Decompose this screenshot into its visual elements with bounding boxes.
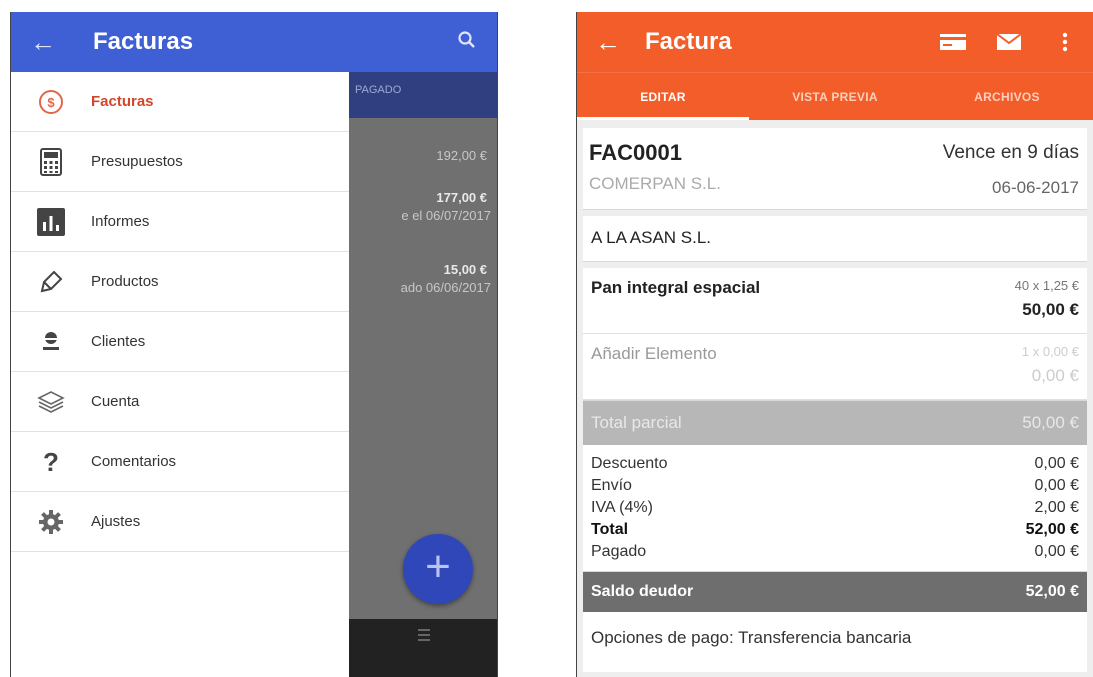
add-item-label: Añadir Elemento xyxy=(591,344,717,363)
item-quantity-price: 1 x 0,00 € xyxy=(1021,344,1079,359)
summary-label: Total xyxy=(591,521,629,538)
item-name: Pan integral espacial xyxy=(591,278,761,297)
svg-text:$: $ xyxy=(47,95,55,110)
drawer-item-label: Ajustes xyxy=(91,513,141,530)
drawer-item-informes[interactable]: Informes xyxy=(11,192,349,252)
add-invoice-fab[interactable]: + xyxy=(403,534,473,604)
drawer-item-ajustes[interactable]: Ajustes xyxy=(11,492,349,552)
bar-chart-icon xyxy=(11,207,91,236)
dollar-circle-icon: $ xyxy=(11,89,91,115)
balance-label: Saldo deudor xyxy=(591,583,694,600)
tab-vista-previa[interactable]: VISTA PREVIA xyxy=(749,73,921,120)
tab-archivos[interactable]: ARCHIVOS xyxy=(921,73,1093,120)
due-status: Vence en 9 días xyxy=(942,142,1079,163)
column-header: PAGADO xyxy=(349,72,497,118)
drawer-item-label: Productos xyxy=(91,273,159,290)
subtotal-label: Total parcial xyxy=(591,413,682,432)
invoice-card-icon[interactable] xyxy=(925,32,981,52)
email-icon[interactable] xyxy=(981,32,1037,52)
invoice-amount: 192,00 € xyxy=(436,148,487,163)
item-total: 0,00 € xyxy=(1031,366,1079,385)
summary-value: 0,00 € xyxy=(1034,455,1079,472)
left-phone-screen: ← Facturas PAGADO 192,00 € 177,00 € e el… xyxy=(10,12,498,677)
tab-editar[interactable]: EDITAR xyxy=(577,73,749,120)
search-icon[interactable] xyxy=(437,30,497,55)
paid-row[interactable]: Pagado 0,00 € xyxy=(591,543,1079,565)
subtotal-row: Total parcial 50,00 € xyxy=(583,401,1087,445)
drawer-item-label: Facturas xyxy=(91,93,154,110)
summary-label: Descuento xyxy=(591,455,668,472)
drawer-item-cuenta[interactable]: Cuenta xyxy=(11,372,349,432)
total-row: Total 52,00 € xyxy=(591,521,1079,543)
recipient-card[interactable]: A LA ASAN S.L. xyxy=(583,216,1087,262)
invoice-amount: 177,00 € xyxy=(436,190,487,205)
person-icon xyxy=(11,330,91,354)
invoice-subtext: e el 06/07/2017 xyxy=(401,208,491,223)
line-items-card: Pan integral espacial 40 x 1,25 € 50,00 … xyxy=(583,268,1087,401)
left-app-bar: ← Facturas xyxy=(11,12,497,72)
invoice-app-bar: ← Factura xyxy=(577,12,1093,72)
summary-label: Pagado xyxy=(591,543,647,560)
subtotal-value: 50,00 € xyxy=(1022,413,1079,432)
invoice-date: 06-06-2017 xyxy=(992,178,1079,197)
app-bar-title: Factura xyxy=(645,28,732,55)
svg-text:?: ? xyxy=(43,449,59,475)
back-arrow-icon[interactable]: ← xyxy=(11,27,75,58)
drawer-item-comentarios[interactable]: ? Comentarios xyxy=(11,432,349,492)
line-item[interactable]: Pan integral espacial 40 x 1,25 € 50,00 … xyxy=(583,268,1087,334)
shipping-row[interactable]: Envío 0,00 € xyxy=(591,477,1079,499)
drawer-item-facturas[interactable]: $ Facturas xyxy=(11,72,349,132)
calculator-icon xyxy=(11,147,91,176)
tax-row[interactable]: IVA (4%) 2,00 € xyxy=(591,499,1079,521)
question-icon: ? xyxy=(11,449,91,475)
balance-due-row: Saldo deudor 52,00 € xyxy=(583,572,1087,612)
drawer-item-presupuestos[interactable]: Presupuestos xyxy=(11,132,349,192)
invoice-subtext: ado 06/06/2017 xyxy=(400,280,491,295)
invoice-header-card[interactable]: FAC0001 Vence en 9 días COMERPAN S.L. 06… xyxy=(583,128,1087,210)
list-icon[interactable] xyxy=(417,627,431,643)
drawer-item-label: Presupuestos xyxy=(91,153,183,170)
discount-row[interactable]: Descuento 0,00 € xyxy=(591,455,1079,477)
summary-value: 2,00 € xyxy=(1034,499,1079,516)
invoice-amount: 15,00 € xyxy=(443,262,487,277)
balance-value: 52,00 € xyxy=(1025,583,1079,600)
invoice-tabs: EDITAR VISTA PREVIA ARCHIVOS xyxy=(577,72,1093,120)
back-arrow-icon[interactable]: ← xyxy=(577,27,639,58)
summary-value: 0,00 € xyxy=(1034,477,1079,494)
summary-value: 52,00 € xyxy=(1025,521,1079,538)
bottom-nav-bar xyxy=(349,619,497,677)
summary-label: Envío xyxy=(591,477,632,494)
drawer-item-label: Clientes xyxy=(91,333,146,350)
gear-icon xyxy=(11,509,91,535)
more-options-icon[interactable] xyxy=(1037,32,1093,52)
tag-icon xyxy=(11,269,91,295)
drawer-item-label: Cuenta xyxy=(91,393,140,410)
summary-value: 0,00 € xyxy=(1034,543,1079,560)
navigation-drawer: $ Facturas Presupuestos Informes Product… xyxy=(11,72,349,677)
right-phone-screen: ← Factura EDITAR VISTA PREVIA ARCHIVOS F… xyxy=(576,12,1093,677)
item-total: 50,00 € xyxy=(1022,300,1079,319)
app-bar-title: Facturas xyxy=(93,28,194,55)
drawer-item-clientes[interactable]: Clientes xyxy=(11,312,349,372)
item-quantity-price: 40 x 1,25 € xyxy=(1014,278,1079,293)
summary-label: IVA (4%) xyxy=(591,499,653,516)
add-item-row[interactable]: Añadir Elemento 1 x 0,00 € 0,00 € xyxy=(583,334,1087,400)
layers-icon xyxy=(11,390,91,414)
drawer-item-label: Comentarios xyxy=(91,453,177,470)
drawer-item-label: Informes xyxy=(91,213,150,230)
totals-summary: Descuento 0,00 € Envío 0,00 € IVA (4%) 2,00… xyxy=(583,445,1087,572)
drawer-item-productos[interactable]: Productos xyxy=(11,252,349,312)
payment-options[interactable]: Opciones de pago: Transferencia bancaria xyxy=(583,612,1087,672)
